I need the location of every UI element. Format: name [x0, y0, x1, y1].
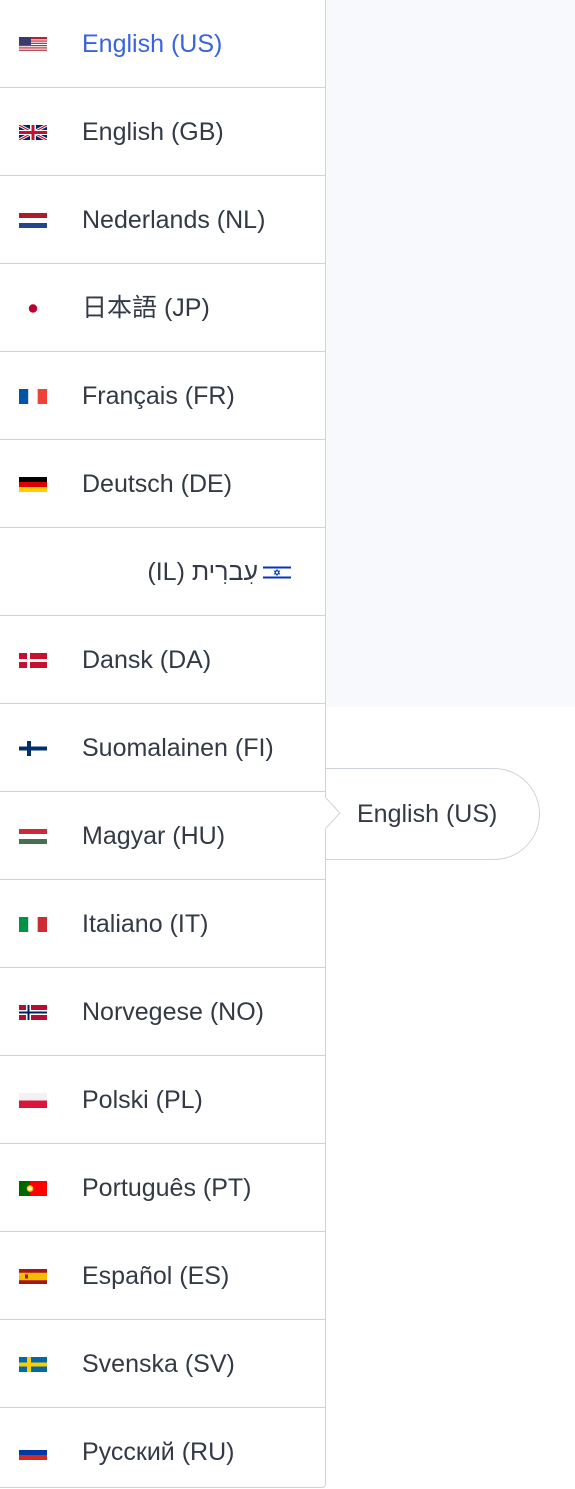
de-flag-icon [19, 477, 47, 492]
language-option-label: Suomalainen (FI) [82, 734, 274, 762]
language-option-label: Svenska (SV) [82, 1350, 235, 1378]
language-selector-label: English (US) [357, 800, 498, 828]
language-option-label: עִברִית (IL) [147, 558, 258, 586]
language-option-jp[interactable]: 日本語 (JP) [0, 264, 325, 352]
language-option-fr[interactable]: Français (FR) [0, 352, 325, 440]
dk-flag-icon [19, 653, 47, 668]
language-option-en-us[interactable]: English (US) [0, 0, 325, 88]
language-option-label: Norvegese (NO) [82, 998, 264, 1026]
fi-flag-icon [19, 741, 47, 756]
language-menu: English (US) English (GB) Nederlands (NL… [0, 0, 326, 1488]
language-option-label: Português (PT) [82, 1174, 252, 1202]
hu-flag-icon [19, 829, 47, 844]
no-flag-icon [19, 1005, 47, 1020]
page: English (US) English (GB) Nederlands (NL… [0, 0, 575, 1489]
language-option-fi[interactable]: Suomalainen (FI) [0, 704, 325, 792]
us-flag-icon [19, 37, 47, 52]
gb-flag-icon [19, 125, 47, 140]
language-option-label: Nederlands (NL) [82, 206, 266, 234]
language-option-pt[interactable]: Português (PT) [0, 1144, 325, 1232]
language-option-hu[interactable]: Magyar (HU) [0, 792, 325, 880]
language-selector-button[interactable]: English (US) [310, 768, 540, 860]
es-flag-icon [19, 1269, 47, 1284]
language-option-de[interactable]: Deutsch (DE) [0, 440, 325, 528]
jp-flag-icon [19, 301, 47, 316]
language-option-it[interactable]: Italiano (IT) [0, 880, 325, 968]
ru-flag-icon [19, 1445, 47, 1460]
language-option-en-gb[interactable]: English (GB) [0, 88, 325, 176]
language-option-label: 日本語 (JP) [82, 294, 210, 322]
language-option-label: Русский (RU) [82, 1438, 235, 1466]
language-option-es[interactable]: Español (ES) [0, 1232, 325, 1320]
language-option-label: Español (ES) [82, 1262, 230, 1290]
language-option-label: Français (FR) [82, 382, 235, 410]
pl-flag-icon [19, 1093, 47, 1108]
fr-flag-icon [19, 389, 47, 404]
language-option-label: English (US) [82, 30, 223, 58]
language-option-label: Dansk (DA) [82, 646, 212, 674]
language-option-label: Deutsch (DE) [82, 470, 233, 498]
il-flag-icon [263, 565, 291, 580]
language-option-ru[interactable]: Русский (RU) [0, 1408, 325, 1489]
language-option-il[interactable]: עִברִית (IL) [0, 528, 325, 616]
it-flag-icon [19, 917, 47, 932]
se-flag-icon [19, 1357, 47, 1372]
language-option-label: Italiano (IT) [82, 910, 209, 938]
language-option-pl[interactable]: Polski (PL) [0, 1056, 325, 1144]
menu-pointer-caret [320, 798, 341, 828]
language-option-label: Magyar (HU) [82, 822, 226, 850]
language-option-no[interactable]: Norvegese (NO) [0, 968, 325, 1056]
language-option-label: English (GB) [82, 118, 224, 146]
language-option-label: Polski (PL) [82, 1086, 203, 1114]
pt-flag-icon [19, 1181, 47, 1196]
language-option-nl[interactable]: Nederlands (NL) [0, 176, 325, 264]
nl-flag-icon [19, 213, 47, 228]
language-option-sv[interactable]: Svenska (SV) [0, 1320, 325, 1408]
language-option-da[interactable]: Dansk (DA) [0, 616, 325, 704]
